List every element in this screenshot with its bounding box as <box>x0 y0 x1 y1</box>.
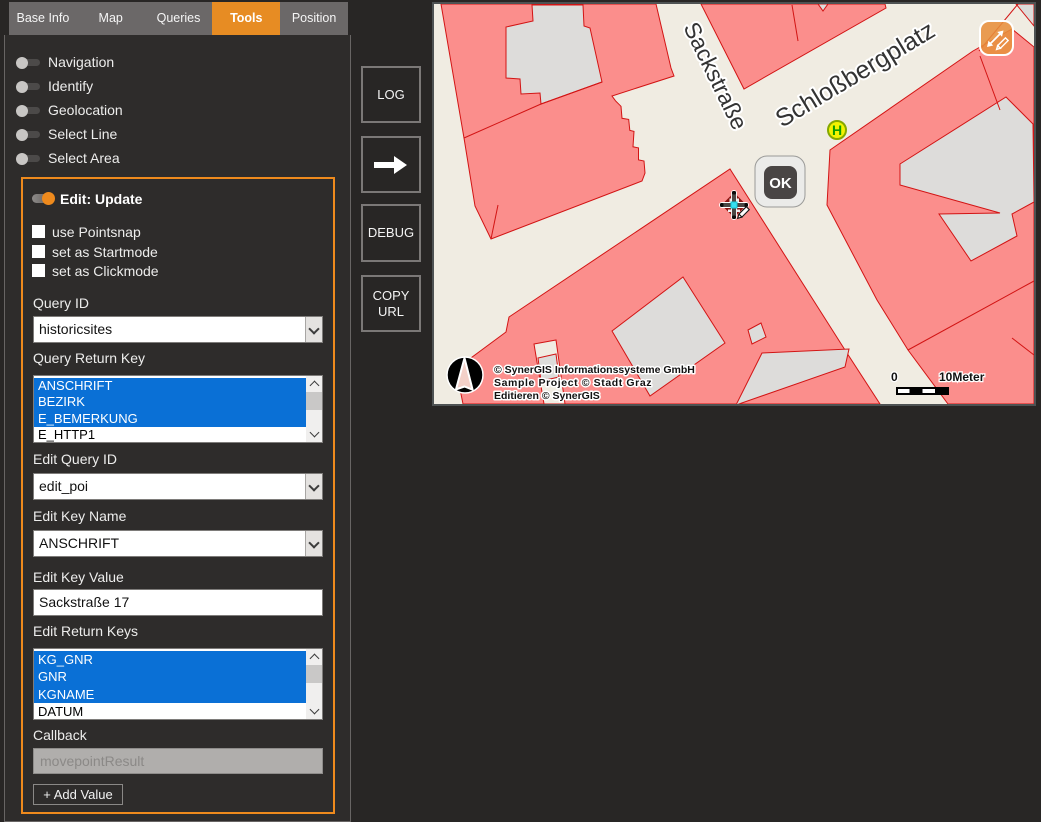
svg-text:0: 0 <box>891 370 898 384</box>
svg-text:10Meter: 10Meter <box>939 370 985 384</box>
svg-text:Editieren © SynerGIS: Editieren © SynerGIS <box>494 390 600 402</box>
svg-text:© SynerGIS Informationssysteme: © SynerGIS Informationssysteme GmbH <box>494 364 695 376</box>
svg-text:Sample Project © Stadt Graz: Sample Project © Stadt Graz <box>494 377 652 389</box>
svg-text:H: H <box>832 122 842 138</box>
svg-text:OK: OK <box>769 175 792 192</box>
